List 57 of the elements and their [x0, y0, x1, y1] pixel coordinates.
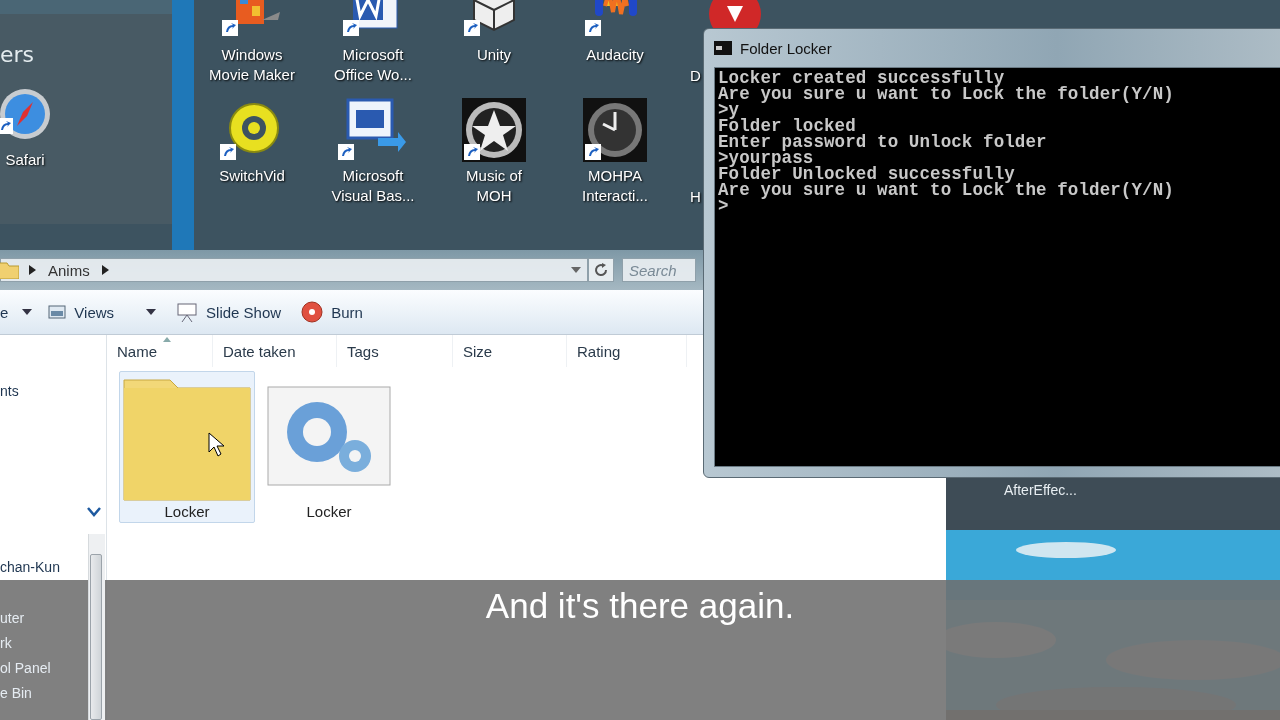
icon-label[interactable]: Unity	[449, 45, 539, 65]
icon-label[interactable]: SwitchVid	[207, 166, 297, 186]
console-line: Folder locked	[718, 118, 856, 134]
dropdown-icon[interactable]	[571, 267, 581, 273]
icon-label[interactable]: Microsoft Visual Bas...	[327, 166, 419, 206]
folder-icon	[122, 376, 252, 502]
search-field[interactable]: Search	[622, 258, 696, 282]
icon-label[interactable]: Safari	[0, 150, 60, 170]
clock-icon	[583, 98, 647, 162]
scrollbar-thumb[interactable]	[90, 554, 102, 720]
console-line: Folder Unlocked successfully	[718, 166, 1016, 182]
disc-icon	[301, 301, 324, 323]
views-icon	[48, 305, 67, 319]
icon-label[interactable]: Music of MOH	[449, 166, 539, 206]
scrollbar[interactable]	[88, 534, 105, 720]
toolbar-button[interactable]: Burn	[297, 301, 367, 323]
refresh-icon	[594, 263, 608, 277]
chevron-icon[interactable]	[101, 265, 109, 275]
gadget-title: ers	[0, 42, 35, 67]
file-item[interactable]: Locker	[119, 371, 255, 523]
file-name[interactable]: Locker	[164, 503, 210, 520]
folder-icon	[0, 261, 19, 279]
console-line: >	[718, 198, 730, 214]
icon-label[interactable]: MOHPA Interacti...	[570, 166, 660, 206]
chevron-icon[interactable]	[29, 265, 36, 275]
icon-label[interactable]: H	[690, 187, 701, 207]
file-name[interactable]: Locker	[306, 503, 352, 520]
address-bar[interactable]: Anims	[0, 258, 588, 282]
subtitle: And it's there again.	[485, 586, 795, 627]
film-icon	[222, 0, 282, 38]
sort-arrow-icon	[163, 337, 171, 342]
download-icon	[707, 0, 763, 28]
refresh-button[interactable]	[588, 258, 614, 282]
console-line: >yourpass	[718, 150, 814, 166]
icon-label[interactable]: D	[690, 66, 701, 86]
chevron-down-icon[interactable]	[87, 507, 101, 517]
mouse-cursor-icon	[208, 432, 226, 458]
gear-icon	[267, 386, 391, 486]
console-icon	[714, 41, 732, 55]
console-line: Enter password to Unlock folder	[718, 134, 1048, 150]
projector-screen-icon	[176, 301, 199, 323]
console-line: Locker created successfully	[718, 70, 1006, 86]
window-title: Folder Locker	[740, 39, 832, 57]
toolbar-button[interactable]: e	[0, 303, 33, 321]
console-line: >y	[718, 102, 740, 118]
file-item[interactable]: Locker	[261, 371, 397, 523]
toolbar-button[interactable]: Views	[44, 303, 161, 321]
icon-label[interactable]: Audacity	[570, 45, 660, 65]
nav-item[interactable]: nts	[0, 383, 19, 399]
console-line: Are you sure u want to Lock the folder(Y/N)	[718, 182, 1175, 198]
breadcrumb[interactable]: Anims	[46, 261, 92, 279]
nav-item[interactable]: chan-Kun	[0, 559, 60, 575]
console-line: Are you sure u want to Lock the folder(Y/N)	[718, 86, 1175, 102]
icon-label[interactable]: Microsoft Office Wo...	[328, 45, 418, 85]
icon-label[interactable]: Windows Movie Maker	[202, 45, 302, 85]
icon-label[interactable]: AfterEffec...	[1004, 482, 1280, 498]
toolbar-button[interactable]: Slide Show	[172, 301, 286, 323]
